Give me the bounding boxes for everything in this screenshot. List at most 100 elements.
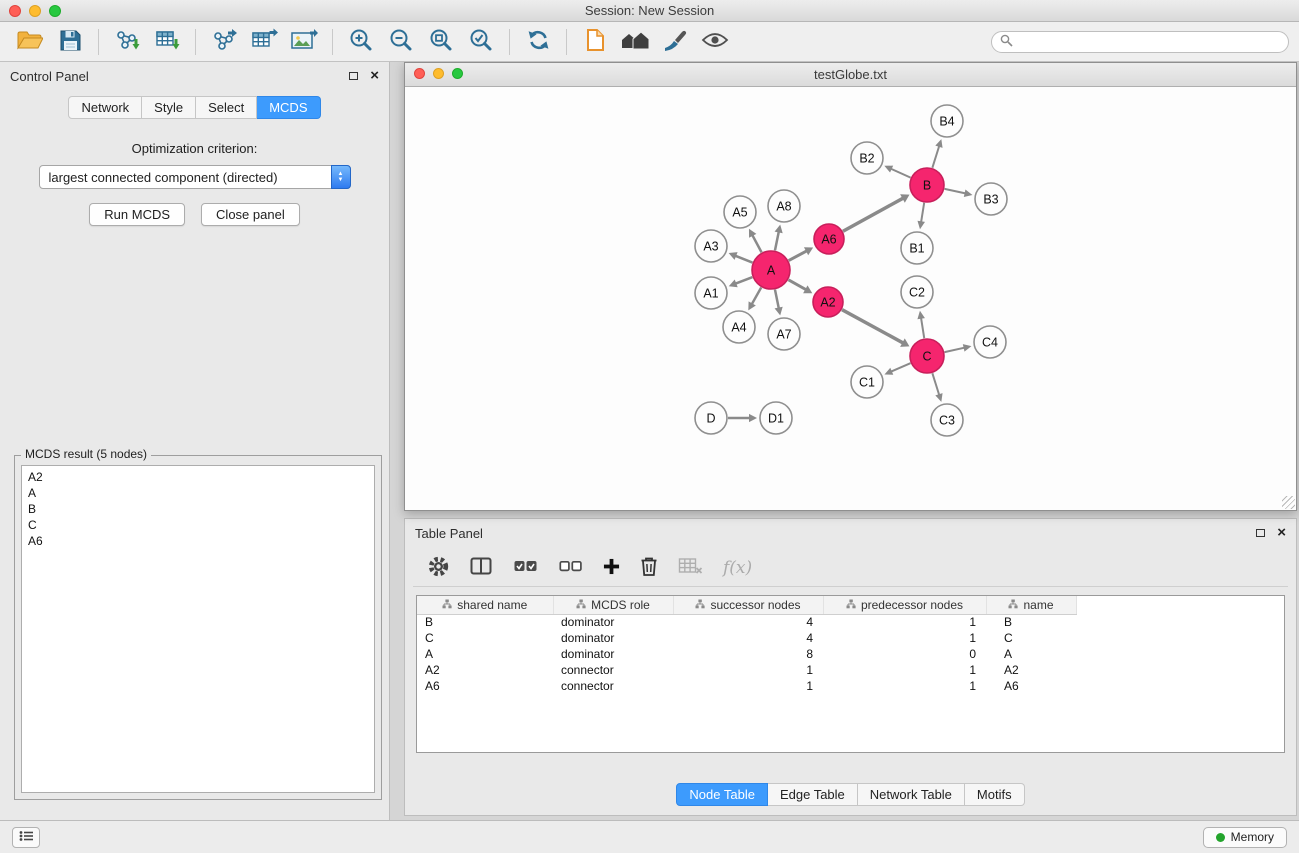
close-panel-button[interactable]: Close panel <box>201 203 300 226</box>
table-row[interactable]: Adominator80A <box>417 646 1076 662</box>
cell[interactable]: 4 <box>673 614 823 630</box>
task-history-button[interactable] <box>12 827 40 848</box>
zoom-fit-button[interactable] <box>424 26 458 58</box>
node-table[interactable]: shared nameMCDS rolesuccessor nodesprede… <box>416 595 1285 753</box>
table-row[interactable]: A2connector11A2 <box>417 662 1076 678</box>
graph-edge-A-A1[interactable] <box>734 277 752 284</box>
graph-edge-A-A2[interactable] <box>788 280 807 290</box>
export-image-button[interactable] <box>287 26 321 58</box>
tab-edge-table[interactable]: Edge Table <box>768 783 858 806</box>
network-minimize-button[interactable] <box>433 68 444 79</box>
tab-mcds[interactable]: MCDS <box>257 96 320 119</box>
graph-edge-C-C3[interactable] <box>932 373 939 396</box>
cell[interactable]: dominator <box>553 646 673 662</box>
select-all-columns-button[interactable] <box>513 558 538 577</box>
cell[interactable]: B <box>417 614 553 630</box>
export-network-button[interactable] <box>207 26 241 58</box>
result-item[interactable]: A2 <box>28 469 368 485</box>
import-table-button[interactable] <box>150 26 184 58</box>
cell[interactable]: A <box>417 646 553 662</box>
network-close-button[interactable] <box>414 68 425 79</box>
float-table-panel-icon[interactable] <box>1256 529 1265 537</box>
zoom-window-button[interactable] <box>49 5 61 17</box>
graph-edge-A-A5[interactable] <box>752 234 762 252</box>
search-input[interactable] <box>1018 35 1280 49</box>
cell[interactable]: 0 <box>823 646 986 662</box>
deselect-all-columns-button[interactable] <box>558 558 583 577</box>
table-row[interactable]: Bdominator41B <box>417 614 1076 630</box>
minimize-window-button[interactable] <box>29 5 41 17</box>
column-header-name[interactable]: name <box>986 596 1076 614</box>
open-session-button[interactable] <box>13 26 47 58</box>
save-session-button[interactable] <box>53 26 87 58</box>
column-header-predecessor-nodes[interactable]: predecessor nodes <box>823 596 986 614</box>
open-recent-button[interactable] <box>578 26 612 58</box>
run-mcds-button[interactable]: Run MCDS <box>89 203 185 226</box>
result-item[interactable]: A6 <box>28 533 368 549</box>
import-network-button[interactable] <box>110 26 144 58</box>
cell[interactable]: A6 <box>986 678 1076 694</box>
result-item[interactable]: C <box>28 517 368 533</box>
column-header-successor-nodes[interactable]: successor nodes <box>673 596 823 614</box>
cell[interactable]: 4 <box>673 630 823 646</box>
table-row[interactable]: Cdominator41C <box>417 630 1076 646</box>
cell[interactable]: dominator <box>553 630 673 646</box>
cell[interactable]: 1 <box>673 678 823 694</box>
delete-table-button[interactable] <box>678 557 703 578</box>
float-panel-icon[interactable] <box>349 72 358 80</box>
mcds-result-list[interactable]: A2ABCA6 <box>21 465 375 793</box>
zoom-selected-button[interactable] <box>464 26 498 58</box>
cell[interactable]: connector <box>553 662 673 678</box>
close-window-button[interactable] <box>9 5 21 17</box>
tab-network[interactable]: Network <box>68 96 142 119</box>
graph-edge-B-B3[interactable] <box>945 189 967 194</box>
graph-edge-B-B4[interactable] <box>932 145 939 168</box>
tab-motifs[interactable]: Motifs <box>965 783 1025 806</box>
graph-edge-A2-C[interactable] <box>842 310 904 344</box>
delete-column-button[interactable] <box>640 556 658 579</box>
cell[interactable]: A <box>986 646 1076 662</box>
close-panel-icon[interactable]: × <box>370 70 379 82</box>
network-canvas[interactable]: B4B2BB3A5A8A6B1A3AC2A1A2A4A7C4CC1C3DD1 <box>405 87 1296 510</box>
home-button[interactable] <box>618 26 652 58</box>
cell[interactable]: 1 <box>823 678 986 694</box>
graph-edge-A-A6[interactable] <box>789 250 808 260</box>
criterion-dropdown[interactable]: largest connected component (directed) ▲… <box>39 165 351 189</box>
graph-edge-A-A8[interactable] <box>775 230 779 250</box>
apply-style-button[interactable] <box>658 26 692 58</box>
table-settings-button[interactable] <box>427 555 450 581</box>
cell[interactable]: C <box>417 630 553 646</box>
cell[interactable]: B <box>986 614 1076 630</box>
graph-edge-A-A3[interactable] <box>734 255 752 262</box>
graph-edge-C-C4[interactable] <box>945 347 966 352</box>
cell[interactable]: 8 <box>673 646 823 662</box>
cell[interactable]: 1 <box>823 662 986 678</box>
cell[interactable]: dominator <box>553 614 673 630</box>
resize-grip[interactable] <box>1282 496 1295 509</box>
tab-style[interactable]: Style <box>142 96 196 119</box>
graph-edge-A6-B[interactable] <box>843 198 904 232</box>
cell[interactable]: connector <box>553 678 673 694</box>
column-header-shared-name[interactable]: shared name <box>417 596 553 614</box>
cell[interactable]: A2 <box>986 662 1076 678</box>
result-item[interactable]: A <box>28 485 368 501</box>
graph-edge-B-B2[interactable] <box>890 168 911 177</box>
zoom-in-button[interactable] <box>344 26 378 58</box>
network-window-titlebar[interactable]: testGlobe.txt <box>405 63 1296 87</box>
tab-node-table[interactable]: Node Table <box>676 783 768 806</box>
column-header-MCDS-role[interactable]: MCDS role <box>553 596 673 614</box>
result-item[interactable]: B <box>28 501 368 517</box>
memory-button[interactable]: Memory <box>1203 827 1287 848</box>
create-column-button[interactable] <box>603 558 620 578</box>
cell[interactable]: A6 <box>417 678 553 694</box>
tab-network-table[interactable]: Network Table <box>858 783 965 806</box>
cell[interactable]: 1 <box>823 630 986 646</box>
graph-edge-C-C2[interactable] <box>921 317 924 339</box>
cell[interactable]: 1 <box>673 662 823 678</box>
search-field[interactable] <box>991 31 1289 53</box>
zoom-out-button[interactable] <box>384 26 418 58</box>
close-table-panel-icon[interactable]: × <box>1277 527 1286 539</box>
graph-edge-C-C1[interactable] <box>890 363 911 372</box>
function-builder-button[interactable]: f(x) <box>723 558 752 578</box>
refresh-layout-button[interactable] <box>521 26 555 58</box>
